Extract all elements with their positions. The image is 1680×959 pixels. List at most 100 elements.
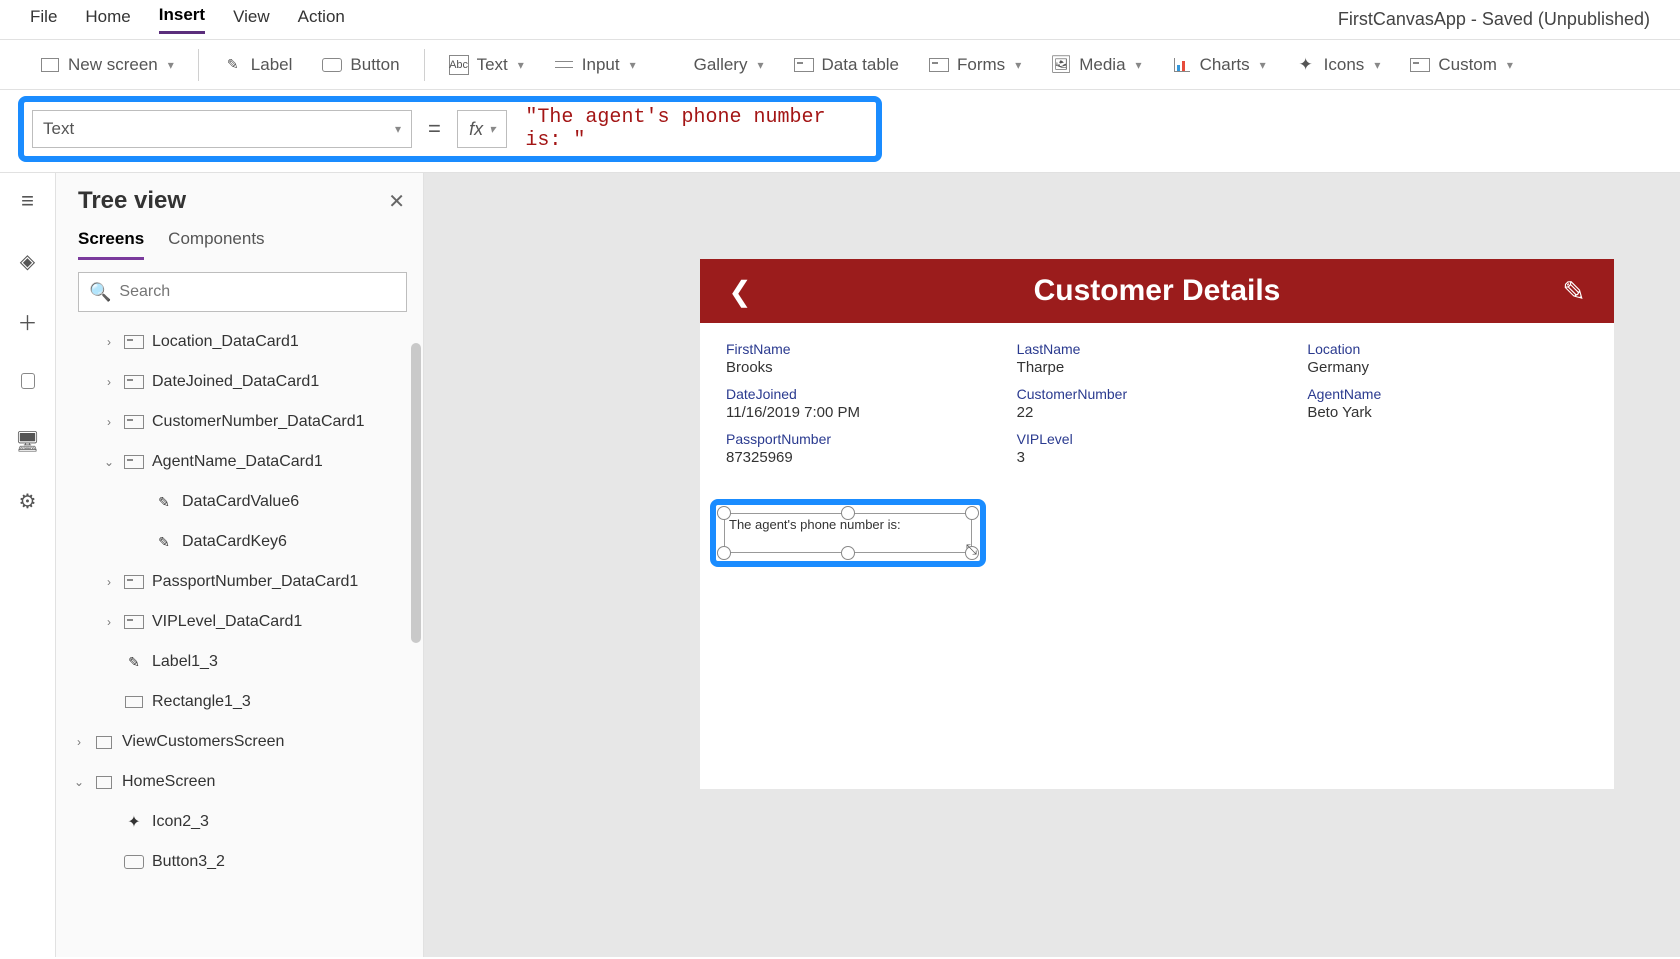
tree-title: Tree view [78,187,186,215]
tree-node-agentname[interactable]: ⌄AgentName_DataCard1 [72,442,401,482]
field-label: FirstName [726,341,1007,357]
close-icon[interactable]: ✕ [388,189,405,214]
tree-node-datacardvalue6[interactable]: ✎DataCardValue6 [72,482,401,522]
preview-header: ❮ Customer Details ✎ [700,259,1614,323]
media-button[interactable]: 🖼Media▾ [1041,51,1151,79]
chevron-right-icon: › [102,615,116,629]
node-label: DataCardKey6 [182,533,287,551]
chevron-down-icon: ▾ [518,58,524,72]
scrollbar-thumb[interactable] [411,343,421,643]
data-table-button[interactable]: Data table [784,51,910,79]
chevron-right-icon: › [102,375,116,389]
chevron-right-icon: › [72,735,86,749]
tree-node-homescreen[interactable]: ⌄HomeScreen [72,762,401,802]
resize-handle[interactable] [841,506,855,520]
menu-home[interactable]: Home [85,7,130,33]
data-icon[interactable] [10,363,46,399]
property-selector[interactable]: Text ▾ [32,110,412,148]
tree-search[interactable]: 🔍 [78,272,407,312]
field-label: Location [1307,341,1588,357]
menu-view[interactable]: View [233,7,270,33]
canvas[interactable]: ❮ Customer Details ✎ FirstNameBrooks Las… [424,173,1680,957]
media-rail-icon[interactable]: 🖥 [10,423,46,459]
resize-handle[interactable] [841,546,855,560]
menu-insert[interactable]: Insert [159,5,205,34]
label: Icons [1324,55,1365,75]
menu-file[interactable]: File [30,7,57,33]
rectangle-icon [124,694,144,710]
separator [424,49,425,81]
forms-button[interactable]: Forms▾ [919,51,1031,79]
resize-handle[interactable] [965,506,979,520]
chevron-down-icon: ▾ [395,122,401,136]
tools-icon[interactable]: ⚙ [10,483,46,519]
insert-icon[interactable]: ＋ [10,303,46,339]
field-agentname: AgentName Beto Yark [1307,386,1588,421]
datacard-icon [124,614,144,630]
tree-list: ›Location_DataCard1 ›DateJoined_DataCard… [72,322,413,957]
field-value: 87325969 [726,449,1007,466]
label: Input [582,55,620,75]
icons-button[interactable]: ✦Icons▾ [1286,51,1391,79]
gallery-button[interactable]: Gallery▾ [656,51,774,79]
chevron-down-icon: ▾ [1260,58,1266,72]
tab-screens[interactable]: Screens [78,229,144,260]
tree-node-label1-3[interactable]: ✎Label1_3 [72,642,401,682]
tree-node-button3-2[interactable]: Button3_2 [72,842,401,882]
tree-node-viewcustomers[interactable]: ›ViewCustomersScreen [72,722,401,762]
label-icon: ✎ [223,55,243,75]
back-icon[interactable]: ❮ [720,275,760,308]
tree-node-icon2-3[interactable]: ✦Icon2_3 [72,802,401,842]
label: Gallery [694,55,748,75]
label: Custom [1438,55,1497,75]
edit-icon[interactable]: ✎ [1554,275,1594,308]
label: New screen [68,55,158,75]
field-firstname: FirstNameBrooks [726,341,1007,376]
menubar: File Home Insert View Action FirstCanvas… [0,0,1680,40]
label-icon: ✎ [124,654,144,670]
label: Button [350,55,399,75]
tree-view-icon[interactable]: ◈ [10,243,46,279]
tab-components[interactable]: Components [168,229,264,260]
resize-handle[interactable] [717,506,731,520]
field-value: 11/16/2019 7:00 PM [726,404,1007,421]
node-label: Location_DataCard1 [152,333,299,351]
hamburger-icon[interactable]: ≡ [10,183,46,219]
formula-input[interactable]: "The agent's phone number is: " [517,106,868,152]
separator [198,49,199,81]
tree-tabs: Screens Components [72,223,413,260]
tree-node-viplevel[interactable]: ›VIPLevel_DataCard1 [72,602,401,642]
selected-control-highlight: The agent's phone number is: ⤡ [710,499,986,567]
field-value: Beto Yark [1307,404,1588,421]
selected-label-text: The agent's phone number is: [729,517,901,532]
field-label: AgentName [1307,386,1588,402]
tree-node-location[interactable]: ›Location_DataCard1 [72,322,401,362]
input-button[interactable]: Input▾ [544,51,646,79]
tree-node-rectangle1-3[interactable]: Rectangle1_3 [72,682,401,722]
tree-node-datacardkey6[interactable]: ✎DataCardKey6 [72,522,401,562]
charts-button[interactable]: Charts▾ [1162,51,1276,79]
new-screen-button[interactable]: New screen ▾ [30,51,184,79]
resize-handle[interactable] [717,546,731,560]
tree-node-datejoined[interactable]: ›DateJoined_DataCard1 [72,362,401,402]
chevron-down-icon: ▾ [489,122,495,136]
datacard-icon [124,334,144,350]
chevron-right-icon: › [102,575,116,589]
search-input[interactable] [119,283,396,301]
selected-label-control[interactable]: The agent's phone number is: ⤡ [724,513,972,553]
custom-button[interactable]: Custom▾ [1400,51,1523,79]
tree-node-passport[interactable]: ›PassportNumber_DataCard1 [72,562,401,602]
button-button[interactable]: Button [312,51,409,79]
fx-label: fx [469,119,483,140]
tree-node-customernumber[interactable]: ›CustomerNumber_DataCard1 [72,402,401,442]
app-preview[interactable]: ❮ Customer Details ✎ FirstNameBrooks Las… [700,259,1614,789]
menu-action[interactable]: Action [298,7,345,33]
charts-icon [1172,55,1192,75]
field-value: Tharpe [1017,359,1298,376]
media-icon: 🖼 [1051,55,1071,75]
text-button[interactable]: AbcText▾ [439,51,534,79]
chevron-down-icon: ▾ [168,58,174,72]
label-button[interactable]: ✎Label [213,51,303,79]
node-label: CustomerNumber_DataCard1 [152,413,365,431]
fx-button[interactable]: fx ▾ [457,110,508,148]
